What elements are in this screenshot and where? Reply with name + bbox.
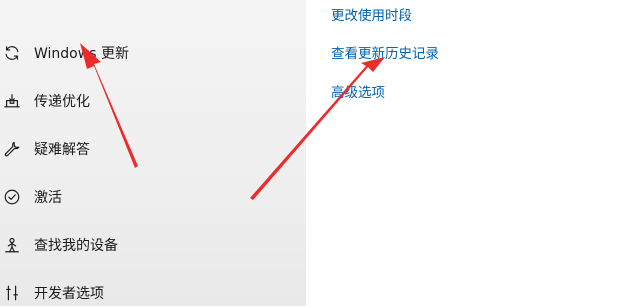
sidebar-item-troubleshoot[interactable]: 疑难解答	[0, 134, 300, 164]
sidebar-item-label: 激活	[34, 190, 62, 206]
check-circle-icon	[2, 187, 22, 207]
sidebar-item-find-my-device[interactable]: 查找我的设备	[0, 230, 300, 260]
sidebar-item-label: 传递优化	[34, 94, 90, 110]
view-update-history-link[interactable]: 查看更新历史记录	[331, 42, 439, 62]
sidebar-item-label: Windows 更新	[34, 46, 129, 62]
sidebar-item-label: 开发者选项	[34, 286, 104, 302]
sidebar-item-label: 疑难解答	[34, 142, 90, 158]
person-location-icon	[2, 235, 22, 255]
sidebar-item-windows-update[interactable]: Windows 更新	[0, 38, 300, 68]
sidebar-item-developer-options[interactable]: 开发者选项	[0, 278, 300, 308]
advanced-options-link[interactable]: 高级选项	[331, 81, 385, 101]
wrench-icon	[2, 139, 22, 159]
change-active-hours-link[interactable]: 更改使用时段	[331, 4, 412, 24]
sidebar-item-activation[interactable]: 激活	[0, 182, 300, 212]
sidebar-item-delivery-optimization[interactable]: 传递优化	[0, 86, 300, 116]
sidebar-item-label: 查找我的设备	[34, 238, 118, 254]
settings-sidebar: Windows 更新 传递优化 疑难解答 激活 查找我的设备 开发者选项	[0, 0, 306, 306]
developer-tools-icon	[2, 283, 22, 303]
content-pane: 更改使用时段 查看更新历史记录 高级选项	[306, 0, 623, 306]
sync-icon	[2, 43, 22, 63]
delivery-optimization-icon	[2, 91, 22, 111]
